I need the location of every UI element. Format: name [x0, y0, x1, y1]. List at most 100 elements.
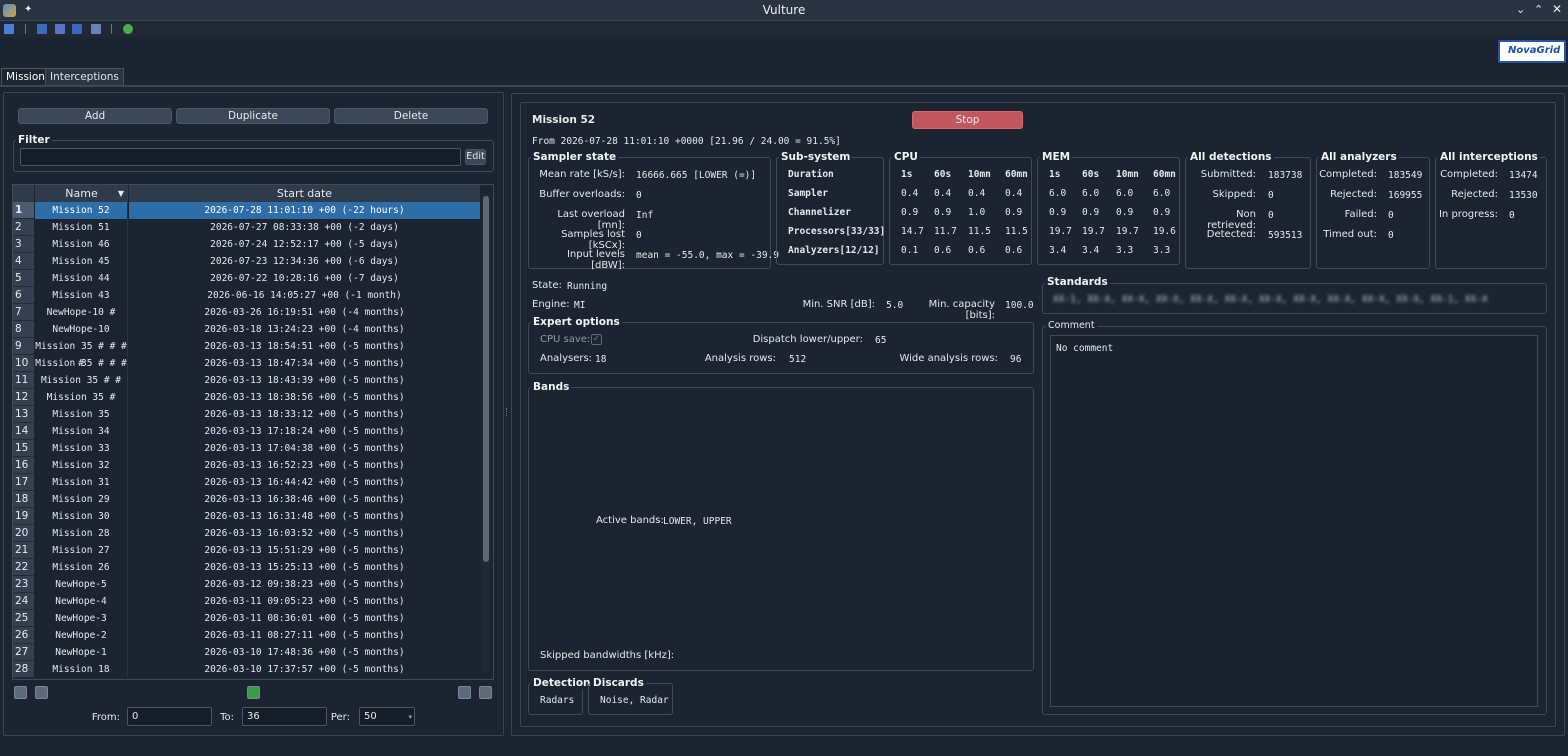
all-analyzers-title: All analyzers	[1319, 151, 1399, 163]
column-header-start-date[interactable]: Start date	[129, 185, 480, 202]
analyzers-value: 183549	[1388, 170, 1423, 181]
delete-button[interactable]: Delete	[334, 108, 488, 124]
table-row[interactable]: 24 NewHope-4 2026-03-11 09:05:23 +00 (-5 m…	[13, 593, 480, 610]
per-value: 50	[364, 711, 377, 722]
table-row[interactable]: 12 Mission 35 # 2026-03-13 18:38:56 +00 (-…	[13, 389, 480, 406]
detections-label: Detected:	[1206, 229, 1256, 240]
filter-input[interactable]	[20, 148, 461, 166]
minimize-icon[interactable]: ⌄	[1516, 3, 1525, 16]
tab-interceptions[interactable]: Interceptions	[45, 68, 124, 85]
toolbar-separator	[111, 24, 112, 34]
table-row[interactable]: 27 NewHope-1 2026-03-10 17:48:36 +00 (-5 m…	[13, 644, 480, 661]
next-page-icon[interactable]	[458, 686, 471, 699]
mission-name-cell: Mission 35	[35, 406, 128, 423]
from-input[interactable]: 0	[127, 707, 212, 726]
layout-icon[interactable]	[37, 24, 47, 34]
mem-cell: 6.0	[1116, 188, 1134, 199]
engine-value: MI	[574, 300, 586, 311]
start-date-cell: 2026-06-16 14:05:27 +00 (-1 month)	[207, 290, 402, 301]
first-page-icon[interactable]	[14, 686, 27, 699]
table-row[interactable]: 7 NewHope-10 # 2026-03-26 16:19:51 +00 (-4…	[13, 304, 480, 321]
analyzers-value: 169955	[1388, 190, 1423, 201]
edit-filter-button[interactable]: Edit	[465, 149, 486, 165]
start-date-cell: 2026-03-18 13:24:23 +00 (-4 months)	[204, 324, 405, 335]
splitter-handle[interactable]	[506, 408, 509, 416]
row-number: 16	[13, 457, 34, 474]
table-row[interactable]: 23 NewHope-5 2026-03-12 09:38:23 +00 (-5 m…	[13, 576, 480, 593]
mission-name-cell: NewHope-10	[35, 321, 128, 338]
row-number: 1	[13, 202, 34, 219]
mem-cell: 0.9	[1153, 207, 1171, 218]
subsystem-item: Analyzers[12/12]	[788, 245, 880, 256]
mem-cell: 19.7	[1049, 226, 1072, 237]
dispatch-label: Dispatch lower/upper:	[752, 334, 863, 345]
stop-button[interactable]: Stop	[912, 111, 1023, 129]
refresh-list-icon[interactable]	[247, 686, 260, 699]
mission-name-cell: Mission 35 # #	[35, 372, 128, 389]
u-icon[interactable]	[72, 24, 82, 34]
table-row[interactable]: 9 Mission 35 # # # # 2026-03-13 18:54:51 +…	[13, 338, 480, 369]
wide-rows-label: Wide analysis rows:	[899, 353, 998, 364]
maximize-icon[interactable]: ⌃	[1534, 3, 1543, 16]
table-row[interactable]: 19 Mission 30 2026-03-13 16:31:48 +00 (-5 …	[13, 508, 480, 525]
close-icon[interactable]: ✕	[1552, 2, 1562, 16]
analysis-rows-value: 512	[789, 354, 807, 365]
last-page-icon[interactable]	[479, 686, 492, 699]
table-row[interactable]: 8 NewHope-10 2026-03-18 13:24:23 +00 (-4 m…	[13, 321, 480, 338]
pause-icon[interactable]	[4, 24, 14, 34]
cpu-save-checkbox[interactable]: ✓	[591, 334, 602, 345]
table-row[interactable]: 6 Mission 43 2026-06-16 14:05:27 +00 (-1 m…	[13, 287, 480, 304]
add-button[interactable]: Add	[18, 108, 172, 124]
table-row[interactable]: 26 NewHope-2 2026-03-11 08:27:11 +00 (-5 m…	[13, 627, 480, 644]
mission-name-cell: Mission 28	[35, 525, 128, 542]
table-row[interactable]: 15 Mission 33 2026-03-13 17:04:38 +00 (-5 …	[13, 440, 480, 457]
mission-name-cell: Mission 43	[35, 287, 128, 304]
table-row[interactable]: 5 Mission 44 2026-07-22 10:28:16 +00 (-7 d…	[13, 270, 480, 287]
table-corner	[13, 185, 34, 202]
grid-icon[interactable]	[55, 24, 65, 34]
table-row[interactable]: 17 Mission 31 2026-03-13 16:44:42 +00 (-5 …	[13, 474, 480, 491]
table-row[interactable]: 10 Mission 35 # # # 2026-03-13 18:47:34 +0…	[13, 355, 480, 372]
sort-descending-icon: ▼	[117, 189, 124, 198]
refresh-icon[interactable]	[123, 24, 133, 34]
table-row[interactable]: 18 Mission 29 2026-03-13 16:38:46 +00 (-5 …	[13, 491, 480, 508]
scrollbar-thumb[interactable]	[483, 196, 489, 562]
table-row[interactable]: 22 Mission 26 2026-03-13 15:25:13 +00 (-5 …	[13, 559, 480, 576]
table-row[interactable]: 1 Mission 52 2026-07-28 11:01:10 +00 (-22 …	[13, 202, 480, 219]
per-select[interactable]: 50 ▾	[359, 707, 415, 726]
mission-name-cell: Mission 18	[35, 661, 128, 678]
table-row[interactable]: 4 Mission 45 2026-07-23 12:34:36 +00 (-6 d…	[13, 253, 480, 270]
analyzers-label: Failed:	[1344, 209, 1377, 220]
previous-page-icon[interactable]	[35, 686, 48, 699]
table-row[interactable]: 11 Mission 35 # # 2026-03-13 18:43:39 +00 …	[13, 372, 480, 389]
mission-name-cell: NewHope-10 #	[35, 304, 128, 321]
duplicate-button[interactable]: Duplicate	[176, 108, 330, 124]
table-scrollbar[interactable]	[482, 194, 490, 672]
interceptions-label: Completed:	[1440, 169, 1498, 180]
comment-text: No comment	[1056, 343, 1114, 354]
cpu-cell: 11.5	[968, 226, 991, 237]
table-row[interactable]: 13 Mission 35 2026-03-13 18:33:12 +00 (-5 …	[13, 406, 480, 423]
table-row[interactable]: 14 Mission 34 2026-03-13 17:18:24 +00 (-5 …	[13, 423, 480, 440]
mission-name-cell: Mission 35 # # # #	[35, 338, 128, 369]
window-title: Vulture	[762, 3, 806, 17]
row-number: 23	[13, 576, 34, 593]
subsystem-title: Sub-system	[779, 151, 853, 163]
table-row[interactable]: 28 Mission 18 2026-03-10 17:37:57 +00 (-5 …	[13, 661, 480, 678]
column-header-name[interactable]: Name ▼	[35, 185, 128, 202]
bands-group	[528, 387, 1034, 671]
table-row[interactable]: 16 Mission 32 2026-03-13 16:52:23 +00 (-5 …	[13, 457, 480, 474]
to-input[interactable]: 36	[242, 707, 327, 726]
row-number: 24	[13, 593, 34, 610]
mission-name-cell: Mission 51	[35, 219, 128, 236]
table-row[interactable]: 21 Mission 27 2026-03-13 15:51:29 +00 (-5 …	[13, 542, 480, 559]
table-row[interactable]: 25 NewHope-3 2026-03-11 08:36:01 +00 (-5 m…	[13, 610, 480, 627]
table-row[interactable]: 3 Mission 46 2026-07-24 12:52:17 +00 (-5 d…	[13, 236, 480, 253]
table-row[interactable]: 20 Mission 28 2026-03-13 16:03:52 +00 (-5 …	[13, 525, 480, 542]
flag-icon[interactable]	[91, 24, 101, 34]
comment-text-area[interactable]: No comment	[1050, 335, 1538, 707]
mem-column-header: 60s	[1082, 169, 1100, 180]
subsystem-item: Sampler	[788, 188, 829, 199]
row-number: 6	[13, 287, 34, 304]
table-row[interactable]: 2 Mission 51 2026-07-27 08:33:38 +00 (-2 d…	[13, 219, 480, 236]
